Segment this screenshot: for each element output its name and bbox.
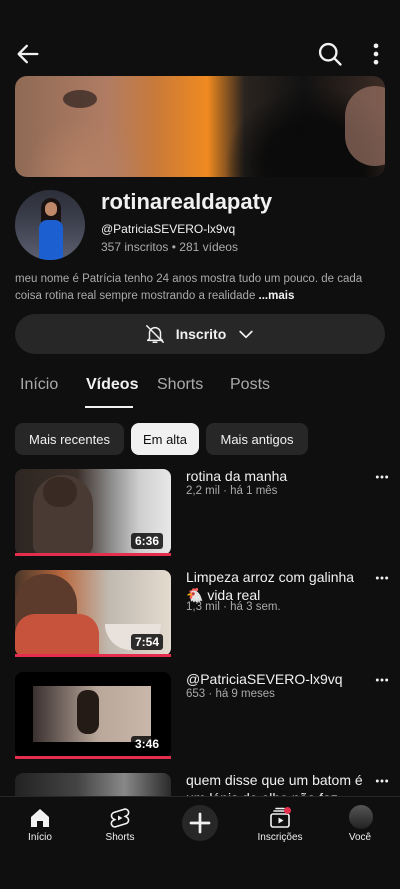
search-icon[interactable] <box>316 40 344 68</box>
video-age: há 3 sem. <box>230 601 281 613</box>
shorts-icon <box>110 808 130 828</box>
video-meta: 1,3 mil · há 3 sem. <box>186 601 281 613</box>
watch-progress-bar <box>15 654 171 657</box>
active-tab-indicator <box>85 406 133 408</box>
description-more-link[interactable]: ...mais <box>259 290 295 302</box>
video-age: há 1 mês <box>230 485 278 497</box>
more-vertical-icon[interactable] <box>362 40 390 68</box>
nav-home[interactable]: Início <box>5 803 75 851</box>
chip-popular[interactable]: Em alta <box>131 423 199 455</box>
video-views: 2,2 mil <box>186 485 220 497</box>
video-count: 281 vídeos <box>179 240 238 254</box>
nav-subscriptions[interactable]: Inscrições <box>245 803 315 851</box>
channel-tabs: Início Vídeos Shorts Posts <box>0 374 400 410</box>
video-thumbnail[interactable]: 6:36 <box>15 469 171 555</box>
thumbnail-image-detail <box>15 614 99 656</box>
video-duration: 7:54 <box>130 634 163 650</box>
chip-oldest[interactable]: Mais antigos <box>206 423 308 455</box>
video-title[interactable]: @PatriciaSEVERO-lx9vq <box>186 670 366 688</box>
video-menu-icon[interactable] <box>374 469 390 485</box>
video-menu-icon[interactable] <box>374 570 390 586</box>
video-title[interactable]: Limpeza arroz com galinha 🐔 vida real <box>186 568 366 604</box>
channel-handle: @PatriciaSEVERO-lx9vq <box>101 222 236 236</box>
nav-home-label: Início <box>28 832 52 843</box>
channel-description[interactable]: meu nome é Patrícia tenho 24 anos mostra… <box>15 271 387 305</box>
chip-most-recent[interactable]: Mais recentes <box>15 423 124 455</box>
channel-stats: 357 inscritos • 281 vídeos <box>101 240 238 254</box>
video-views: 653 <box>186 688 206 700</box>
video-meta: 2,2 mil · há 1 mês <box>186 485 277 497</box>
video-menu-icon[interactable] <box>374 672 390 688</box>
create-button[interactable] <box>182 805 218 841</box>
meta-separator: · <box>208 688 213 700</box>
home-icon <box>31 809 49 827</box>
tab-home[interactable]: Início <box>20 376 58 394</box>
top-bar <box>0 34 400 74</box>
channel-banner <box>15 76 385 177</box>
video-age: há 9 meses <box>215 688 275 700</box>
subscribed-label: Inscrito <box>175 326 227 342</box>
channel-avatar[interactable] <box>15 190 85 260</box>
nav-subscriptions-label: Inscrições <box>257 832 303 843</box>
watch-progress-bar <box>15 553 171 556</box>
subscribed-button[interactable]: Inscrito <box>15 314 385 354</box>
video-duration: 3:46 <box>130 736 163 752</box>
channel-name: rotinarealdapaty <box>101 189 273 214</box>
video-thumbnail[interactable]: 3:46 <box>15 672 171 758</box>
video-menu-icon[interactable] <box>374 773 390 789</box>
video-views: 1,3 mil <box>186 601 220 613</box>
tab-posts[interactable]: Posts <box>230 376 270 394</box>
banner-image-detail <box>63 90 97 108</box>
thumbnail-image-detail <box>77 690 99 734</box>
thumbnail-image-detail <box>43 477 77 507</box>
avatar <box>349 805 373 829</box>
watch-progress-bar <box>15 756 171 759</box>
video-meta: 653 · há 9 meses <box>186 688 275 700</box>
bell-icon <box>145 325 164 343</box>
video-item[interactable]: 6:36 rotina da manha 2,2 mil · há 1 mês <box>15 467 400 561</box>
video-thumbnail[interactable]: 7:54 <box>15 570 171 656</box>
create-icon <box>189 812 211 834</box>
tab-shorts[interactable]: Shorts <box>157 376 203 394</box>
chevron-down-icon <box>239 330 253 339</box>
subscriber-count: 357 inscritos <box>101 240 169 254</box>
nav-you[interactable]: Você <box>325 803 395 851</box>
bottom-navigation: Início Shorts Inscrições Você <box>0 796 400 889</box>
nav-shorts[interactable]: Shorts <box>85 803 155 851</box>
subscriptions-icon <box>270 807 291 828</box>
video-duration: 6:36 <box>130 533 163 549</box>
meta-separator: · <box>223 485 227 497</box>
video-title[interactable]: rotina da manha <box>186 467 366 485</box>
stats-separator: • <box>171 240 176 254</box>
meta-separator: · <box>223 601 227 613</box>
video-item[interactable]: 3:46 @PatriciaSEVERO-lx9vq 653 · há 9 me… <box>15 670 400 764</box>
video-item[interactable]: 7:54 Limpeza arroz com galinha 🐔 vida re… <box>15 568 400 662</box>
avatar-image-detail <box>45 202 57 216</box>
tab-videos[interactable]: Vídeos <box>86 376 138 394</box>
nav-you-label: Você <box>348 832 372 843</box>
banner-image-detail <box>345 86 385 166</box>
avatar-image-detail <box>39 220 63 260</box>
back-arrow-icon[interactable] <box>14 40 42 68</box>
nav-shorts-label: Shorts <box>105 832 135 843</box>
description-text: meu nome é Patrícia tenho 24 anos mostra… <box>15 273 363 302</box>
